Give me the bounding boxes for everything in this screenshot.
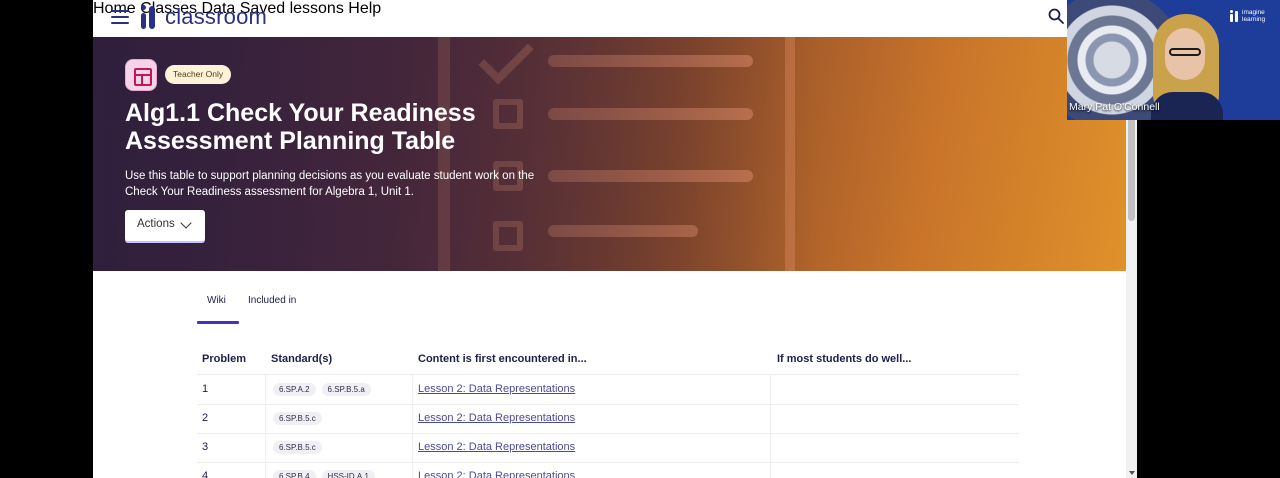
logo-text: classroom <box>165 4 268 29</box>
table-row: 2 6.SP.B.5.c Lesson 2: Data Representati… <box>197 404 1019 434</box>
lesson-link[interactable]: Lesson 2: Data Representations <box>418 470 575 478</box>
problem-number: 4 <box>202 470 209 478</box>
column-header-problem: Problem <box>202 353 247 365</box>
classroom-logo[interactable]: classroom <box>140 3 267 31</box>
teacher-only-badge: Teacher Only <box>165 65 232 84</box>
standard-pill[interactable]: 6.SP.B.5.c <box>273 412 322 425</box>
standard-pill[interactable]: HSS-ID.A.1 <box>321 470 375 478</box>
standards-cell: 6.SP.B.5.c <box>273 441 328 454</box>
standards-cell: 6.SP.A.2 6.SP.B.5.a <box>273 383 377 396</box>
menu-icon[interactable] <box>111 9 129 25</box>
classroom-app: classroom Home Classes Data Saved lesson… <box>93 0 1137 478</box>
hero-banner: Teacher Only Alg1.1 Check Your Readiness… <box>93 37 1126 271</box>
standard-pill[interactable]: 6.SP.B.5.a <box>321 383 371 396</box>
page-title: Alg1.1 Check Your Readiness Assessment P… <box>125 99 476 155</box>
participant-name: Mary Pat O'Connell <box>1069 101 1160 113</box>
search-icon[interactable] <box>1048 8 1064 24</box>
participant-video-tile: Mary Pat O'Connell imagine learning <box>1067 0 1280 120</box>
actions-button[interactable]: Actions <box>125 210 205 241</box>
standards-cell: 6.SP.B.4 HSS-ID.A.1 <box>273 470 381 478</box>
standard-pill[interactable]: 6.SP.A.2 <box>273 383 316 396</box>
brand-line-1: imagine <box>1242 9 1265 16</box>
lesson-link[interactable]: Lesson 2: Data Representations <box>418 441 575 453</box>
logo-mark-icon <box>140 4 158 30</box>
chevron-down-icon <box>180 217 192 229</box>
imagine-learning-logo-mark-icon <box>1230 10 1239 22</box>
tab-included-in[interactable]: Included in <box>248 295 296 306</box>
left-letterbox <box>0 0 93 478</box>
problem-number: 1 <box>202 383 209 395</box>
table-row: 4 6.SP.B.4 HSS-ID.A.1 Lesson 2: Data Repr… <box>197 462 1019 478</box>
lesson-link[interactable]: Lesson 2: Data Representations <box>418 412 575 424</box>
table-row: 3 6.SP.B.5.c Lesson 2: Data Representati… <box>197 433 1019 463</box>
standards-cell: 6.SP.B.5.c <box>273 412 328 425</box>
active-tab-indicator <box>197 321 239 324</box>
planning-table-icon <box>125 59 157 91</box>
top-navigation-bar: classroom Home Classes Data Saved lesson… <box>93 0 1137 37</box>
imagine-learning-logo: imagine learning <box>1230 9 1265 23</box>
scroll-down-arrow-icon[interactable] <box>1129 471 1135 475</box>
table-header-row: Problem Standard(s) Content is first enc… <box>197 345 1019 375</box>
nav-help[interactable]: Help <box>348 0 381 17</box>
tab-wiki[interactable]: Wiki <box>207 295 226 306</box>
column-header-students-well: If most students do well... <box>777 353 912 365</box>
lesson-link[interactable]: Lesson 2: Data Representations <box>418 383 575 395</box>
page-description: Use this table to support planning decis… <box>125 170 535 198</box>
column-header-content: Content is first encountered in... <box>418 353 587 365</box>
standard-pill[interactable]: 6.SP.B.4 <box>273 470 316 478</box>
brand-line-2: learning <box>1242 16 1266 23</box>
table-row: 1 6.SP.A.2 6.SP.B.5.a Lesson 2: Data Repr… <box>197 375 1019 405</box>
actions-label: Actions <box>137 218 175 230</box>
standard-pill[interactable]: 6.SP.B.5.c <box>273 441 322 454</box>
column-header-standards: Standard(s) <box>271 353 333 365</box>
problem-number: 3 <box>202 441 209 453</box>
problem-number: 2 <box>202 412 209 424</box>
